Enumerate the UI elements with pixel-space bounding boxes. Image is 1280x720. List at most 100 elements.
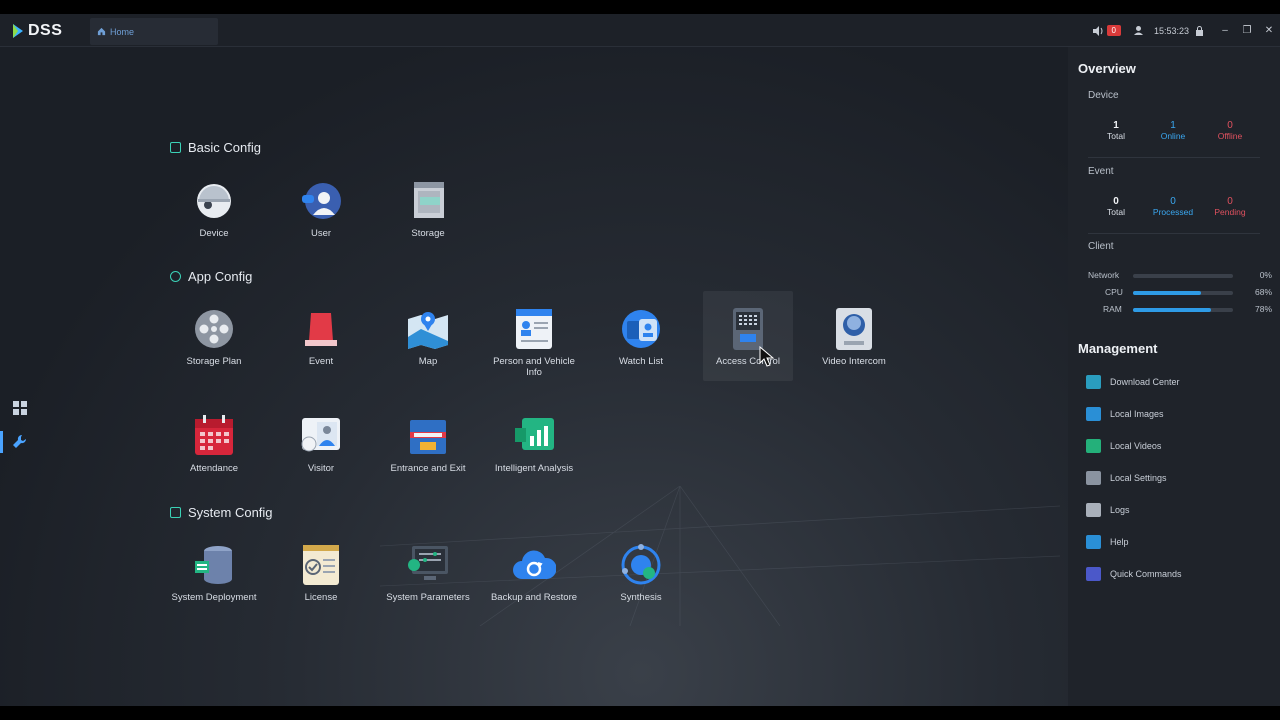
- divider: [1088, 233, 1260, 234]
- management-item[interactable]: Local Images: [1086, 406, 1164, 422]
- app-license-label: License: [304, 592, 338, 603]
- app-config-icon: [170, 271, 181, 282]
- app-event[interactable]: Event: [276, 307, 366, 367]
- app-backup-restore[interactable]: Backup and Restore: [489, 543, 579, 603]
- app-visitor-label: Visitor: [307, 463, 335, 474]
- event-processed-label: Processed: [1152, 207, 1194, 217]
- app-intelligent-analysis[interactable]: Intelligent Analysis: [489, 414, 579, 474]
- speaker-icon: [1092, 25, 1102, 36]
- device-online-value: 1: [1170, 120, 1176, 131]
- app-attendance[interactable]: Attendance: [169, 414, 259, 474]
- network-percent: 0%: [1259, 270, 1272, 280]
- device-online-label: Online: [1160, 131, 1186, 141]
- event-total-value: 0: [1113, 196, 1119, 207]
- device-offline-value: 0: [1227, 120, 1233, 131]
- watch-list-icon: [622, 310, 660, 348]
- app-intelligent-analysis-label: Intelligent Analysis: [494, 463, 574, 474]
- close-button[interactable]: ✕: [1258, 14, 1280, 47]
- map-pin-icon: [408, 312, 448, 349]
- event-section-label: Event: [1088, 166, 1114, 177]
- app-visitor[interactable]: Visitor: [276, 414, 366, 474]
- storage-server-icon: [414, 182, 444, 218]
- network-usage-bar: [1133, 274, 1233, 278]
- restore-button[interactable]: ❐: [1236, 14, 1258, 47]
- alarm-light-icon: [305, 313, 337, 346]
- wrench-icon: [13, 434, 27, 448]
- lock-icon[interactable]: [1195, 25, 1204, 36]
- device-total-value: 1: [1113, 120, 1119, 131]
- alarm-count-badge: 0: [1106, 25, 1121, 36]
- management-item[interactable]: Local Videos: [1086, 438, 1161, 454]
- app-storage[interactable]: Storage: [383, 179, 473, 239]
- app-storage-plan[interactable]: Storage Plan: [169, 307, 259, 367]
- device-total-label: Total: [1107, 131, 1125, 141]
- app-entrance-exit-label: Entrance and Exit: [390, 463, 466, 474]
- section-system-config: System Config: [170, 505, 273, 520]
- app-map-label: Map: [418, 356, 438, 367]
- ram-usage-row: RAM 78%: [1088, 304, 1272, 316]
- app-logo: DSS: [11, 21, 62, 41]
- event-processed-stat: 0 Processed: [1143, 196, 1203, 217]
- app-device[interactable]: Device: [169, 179, 259, 239]
- device-offline-label: Offline: [1217, 131, 1243, 141]
- app-person-vehicle-info-label: Person and Vehicle Info: [493, 356, 575, 378]
- event-pending-value: 0: [1227, 196, 1233, 207]
- access-keypad-icon: [733, 308, 763, 350]
- settings-icon: [1086, 471, 1101, 485]
- app-video-intercom[interactable]: Video Intercom: [809, 307, 899, 367]
- dss-logo-icon: [13, 24, 23, 38]
- tab-home[interactable]: Home: [90, 18, 218, 45]
- app-system-parameters[interactable]: System Parameters: [383, 543, 473, 603]
- management-item-label: Local Settings: [1110, 473, 1167, 483]
- user-icon[interactable]: [1133, 25, 1144, 36]
- management-title: Management: [1078, 341, 1158, 356]
- device-total-stat: 1 Total: [1086, 120, 1146, 141]
- ram-usage-fill: [1133, 308, 1211, 312]
- overview-title: Overview: [1078, 61, 1136, 76]
- video-icon: [1086, 439, 1101, 453]
- app-access-control[interactable]: Access Control: [703, 291, 793, 381]
- app-person-vehicle-info[interactable]: Person and Vehicle Info: [489, 307, 579, 378]
- event-total-label: Total: [1107, 207, 1125, 217]
- management-item[interactable]: Local Settings: [1086, 470, 1167, 486]
- clock-time: 15:53:23: [1153, 25, 1189, 36]
- app-system-deployment[interactable]: System Deployment: [169, 543, 259, 603]
- film-reel-icon: [195, 310, 233, 348]
- app-entrance-exit[interactable]: Entrance and Exit: [383, 414, 473, 474]
- event-total-stat: 0 Total: [1086, 196, 1146, 217]
- app-synthesis-label: Synthesis: [620, 592, 662, 603]
- database-stack-icon: [195, 546, 232, 584]
- management-item-label: Quick Commands: [1110, 569, 1182, 579]
- app-watch-list-label: Watch List: [619, 356, 663, 367]
- app-map[interactable]: Map: [383, 307, 473, 367]
- app-device-label: Device: [199, 228, 229, 239]
- app-synthesis[interactable]: Synthesis: [596, 543, 686, 603]
- management-item[interactable]: Help: [1086, 534, 1129, 550]
- user-profile-icon: [302, 183, 341, 219]
- app-system-parameters-label: System Parameters: [386, 592, 470, 603]
- management-item-label: Local Videos: [1110, 441, 1162, 451]
- nav-apps[interactable]: [0, 391, 40, 425]
- management-item[interactable]: Logs: [1086, 502, 1130, 518]
- app-user[interactable]: User: [276, 179, 366, 239]
- app-user-label: User: [310, 228, 332, 239]
- device-section-label: Device: [1088, 90, 1119, 101]
- device-camera-icon: [197, 184, 231, 218]
- management-item-label: Help: [1110, 537, 1129, 547]
- app-logo-text: DSS: [28, 22, 63, 39]
- app-license[interactable]: License: [276, 543, 366, 603]
- event-processed-value: 0: [1170, 196, 1176, 207]
- app-backup-restore-label: Backup and Restore: [490, 592, 578, 603]
- top-right-controls: 0 15:53:23 – ❐ ✕: [1092, 14, 1280, 47]
- nav-config[interactable]: [0, 425, 40, 459]
- cpu-usage-bar: [1133, 291, 1233, 295]
- management-item[interactable]: Download Center: [1086, 374, 1180, 390]
- app-storage-label: Storage: [411, 228, 445, 239]
- management-item[interactable]: Quick Commands: [1086, 566, 1182, 582]
- app-watch-list[interactable]: Watch List: [596, 307, 686, 367]
- alarm-sound[interactable]: 0: [1092, 25, 1121, 36]
- calendar-icon: [195, 415, 233, 455]
- basic-config-icon: [170, 142, 181, 153]
- minimize-button[interactable]: –: [1214, 14, 1236, 47]
- ram-usage-bar: [1133, 308, 1233, 312]
